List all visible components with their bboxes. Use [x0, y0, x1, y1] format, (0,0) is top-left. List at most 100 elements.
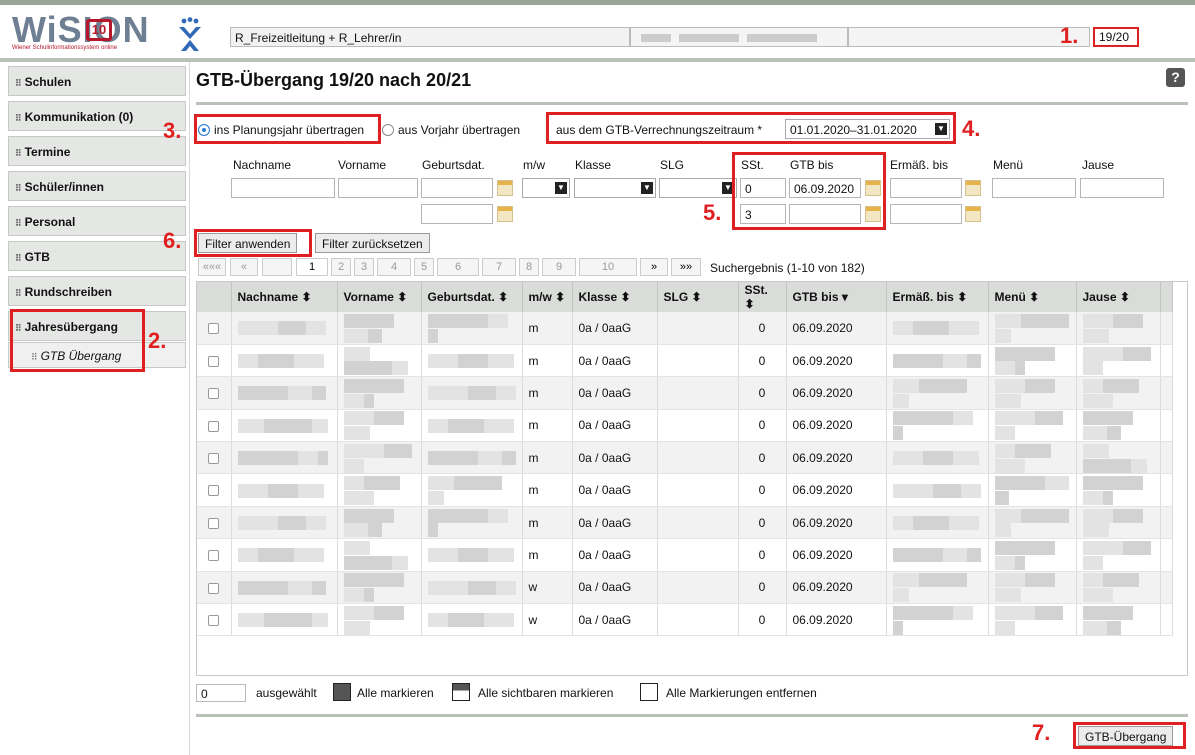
calendar-icon[interactable]	[497, 180, 513, 196]
pager-page-1[interactable]: 1	[296, 258, 328, 276]
col-slg[interactable]: SLG ⬍	[657, 282, 739, 312]
pager-page-2[interactable]: 2	[331, 258, 351, 276]
col-mw[interactable]: m/w ⬍	[522, 282, 573, 312]
table-row[interactable]: m 0a / 0aaG 0 06.09.2020	[197, 473, 1173, 507]
row-checkbox[interactable]	[208, 323, 220, 335]
row-checkbox-cell[interactable]	[197, 312, 232, 345]
row-checkbox[interactable]	[208, 517, 220, 529]
pager-page-10[interactable]: 10	[579, 258, 637, 276]
pager-last[interactable]: »»	[671, 258, 701, 276]
row-checkbox[interactable]	[208, 355, 220, 367]
pager-prev[interactable]: «	[230, 258, 258, 276]
filter-ermaess-to-input[interactable]	[890, 204, 962, 224]
row-checkbox-cell[interactable]	[197, 571, 232, 605]
sidebar-item-schulen[interactable]: ⠿ Schulen	[8, 66, 186, 96]
pager-page-7[interactable]: 7	[482, 258, 516, 276]
table-row[interactable]: m 0a / 0aaG 0 06.09.2020	[197, 376, 1173, 410]
col-klasse[interactable]: Klasse ⬍	[572, 282, 658, 312]
filter-slg-select[interactable]: ▼	[659, 178, 737, 198]
col-vorname[interactable]: Vorname ⬍	[337, 282, 422, 312]
filter-sst-to-input[interactable]: 3	[740, 204, 786, 224]
calendar-icon[interactable]	[865, 180, 881, 196]
filter-jause-input[interactable]	[1080, 178, 1164, 198]
table-row[interactable]: m 0a / 0aaG 0 06.09.2020	[197, 441, 1173, 475]
sidebar-item-gtb[interactable]: ⠿ GTB	[8, 241, 186, 271]
filter-klasse-select[interactable]: ▼	[574, 178, 656, 198]
row-checkbox-cell[interactable]	[197, 441, 232, 475]
pager-page-4[interactable]: 4	[377, 258, 411, 276]
filter-geburtsdat-from-input[interactable]	[421, 178, 493, 198]
wision-logo[interactable]: WiSION 10 Wiener Schulinformationssystem…	[8, 9, 153, 53]
table-row[interactable]: m 0a / 0aaG 0 06.09.2020	[197, 409, 1173, 443]
col-ermaess-bis[interactable]: Ermäß. bis ⬍	[886, 282, 989, 312]
col-menue[interactable]: Menü ⬍	[988, 282, 1077, 312]
calendar-icon[interactable]	[865, 206, 881, 222]
pager-page-9[interactable]: 9	[542, 258, 576, 276]
pager-next[interactable]: »	[640, 258, 668, 276]
table-row[interactable]: w 0a / 0aaG 0 06.09.2020	[197, 603, 1173, 637]
gtb-transition-button[interactable]: GTB-Übergang	[1078, 726, 1174, 746]
filter-gtb-bis-from-input[interactable]: 06.09.2020	[789, 178, 861, 198]
app-switcher-icon[interactable]	[175, 17, 205, 53]
mark-visible-label[interactable]: Alle sichtbaren markieren	[478, 686, 613, 700]
row-checkbox-cell[interactable]	[197, 538, 232, 572]
table-row[interactable]: m 0a / 0aaG 0 06.09.2020	[197, 506, 1173, 540]
period-select[interactable]: 01.01.2020–31.01.2020 ▼	[785, 119, 950, 139]
row-checkbox-cell[interactable]	[197, 473, 232, 507]
filter-gtb-bis-to-input[interactable]	[789, 204, 861, 224]
row-checkbox-cell[interactable]	[197, 344, 232, 378]
row-checkbox[interactable]	[208, 615, 220, 627]
row-checkbox-cell[interactable]	[197, 603, 232, 637]
row-checkbox[interactable]	[208, 550, 220, 562]
help-icon[interactable]: ?	[1166, 68, 1185, 87]
row-checkbox-cell[interactable]	[197, 376, 232, 410]
filter-mw-select[interactable]: ▼	[522, 178, 570, 198]
pager-page-3[interactable]: 3	[354, 258, 374, 276]
cell-scroll	[1160, 344, 1173, 378]
radio-previous-year[interactable]	[382, 124, 394, 136]
row-checkbox[interactable]	[208, 453, 220, 465]
filter-vorname-input[interactable]	[338, 178, 418, 198]
col-geburtsdat[interactable]: Geburtsdat. ⬍	[421, 282, 523, 312]
filter-nachname-input[interactable]	[231, 178, 335, 198]
row-checkbox-cell[interactable]	[197, 506, 232, 540]
pager-first[interactable]: «««	[198, 258, 226, 276]
row-checkbox[interactable]	[208, 420, 220, 432]
col-nachname[interactable]: Nachname ⬍	[231, 282, 338, 312]
mark-all-label[interactable]: Alle markieren	[357, 686, 434, 700]
pager-page-6[interactable]: 6	[437, 258, 479, 276]
col-gtb-bis[interactable]: GTB bis ▾	[786, 282, 887, 312]
remove-marks-icon[interactable]	[640, 683, 658, 701]
calendar-icon[interactable]	[965, 180, 981, 196]
remove-marks-label[interactable]: Alle Markierungen entfernen	[666, 686, 817, 700]
calendar-icon[interactable]	[497, 206, 513, 222]
row-checkbox[interactable]	[208, 485, 220, 497]
sidebar-item-personal[interactable]: ⠿ Personal	[8, 206, 186, 236]
col-sst[interactable]: SSt. ⬍	[738, 282, 787, 312]
row-checkbox[interactable]	[208, 388, 220, 400]
sidebar-item-schueler[interactable]: ⠿ Schüler/innen	[8, 171, 186, 201]
calendar-icon[interactable]	[965, 206, 981, 222]
reset-filter-button[interactable]: Filter zurücksetzen	[315, 233, 430, 253]
mark-visible-icon[interactable]	[452, 683, 470, 701]
apply-filter-button[interactable]: Filter anwenden	[198, 233, 298, 253]
school-year-selector[interactable]: 19/20	[1093, 27, 1139, 47]
row-checkbox[interactable]	[208, 582, 220, 594]
row-checkbox-cell[interactable]	[197, 409, 232, 443]
filter-sst-from-input[interactable]: 0	[740, 178, 786, 198]
table-row[interactable]: m 0a / 0aaG 0 06.09.2020	[197, 538, 1173, 572]
sidebar-item-kommunikation[interactable]: ⠿ Kommunikation (0)	[8, 101, 186, 131]
table-row[interactable]: w 0a / 0aaG 0 06.09.2020	[197, 571, 1173, 605]
radio-planning-year[interactable]	[198, 124, 210, 136]
table-row[interactable]: m 0a / 0aaG 0 06.09.2020	[197, 344, 1173, 378]
sidebar-item-rundschreiben[interactable]: ⠿ Rundschreiben	[8, 276, 186, 306]
filter-menue-input[interactable]	[992, 178, 1076, 198]
filter-ermaess-from-input[interactable]	[890, 178, 962, 198]
mark-all-icon[interactable]	[333, 683, 351, 701]
col-jause[interactable]: Jause ⬍	[1076, 282, 1161, 312]
sidebar-item-termine[interactable]: ⠿ Termine	[8, 136, 186, 166]
table-row[interactable]: m 0a / 0aaG 0 06.09.2020	[197, 312, 1173, 345]
pager-page-5[interactable]: 5	[414, 258, 434, 276]
filter-geburtsdat-to-input[interactable]	[421, 204, 493, 224]
pager-page-8[interactable]: 8	[519, 258, 539, 276]
